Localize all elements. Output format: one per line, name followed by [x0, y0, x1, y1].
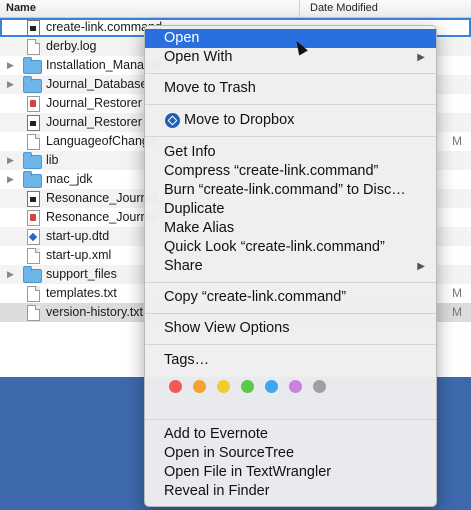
document-icon: [27, 305, 40, 321]
menu-item-label: Show View Options: [164, 320, 290, 336]
menu-item-label: Compress “create-link.command”: [164, 163, 379, 179]
file-name: LanguageofChange: [46, 134, 156, 148]
file-name: derby.log: [46, 39, 97, 53]
menu-item-reveal-in-finder[interactable]: Reveal in Finder: [145, 482, 436, 501]
terminal-script-icon: [27, 191, 40, 207]
document-icon: [27, 39, 40, 55]
menu-item-label: Copy “create-link.command”: [164, 289, 347, 305]
file-name: Journal_Restorer: [46, 115, 142, 129]
menu-item-label: Quick Look “create-link.command”: [164, 239, 385, 255]
menu-item-duplicate[interactable]: Duplicate: [145, 200, 436, 219]
date-modified-cell: M: [452, 286, 462, 300]
document-icon: [27, 286, 40, 302]
menu-item-label: Move to Dropbox: [184, 112, 295, 128]
folder-icon: [23, 152, 42, 169]
menu-item-label: Add to Evernote: [164, 426, 268, 442]
menu-separator: [145, 73, 436, 74]
menu-item-label: Move to Trash: [164, 80, 256, 96]
file-name: lib: [46, 153, 59, 167]
menu-item-share[interactable]: Share ▶: [145, 257, 436, 276]
menu-separator: [145, 104, 436, 105]
menu-item-open[interactable]: Open: [145, 29, 436, 48]
menu-item-open-in-sourcetree[interactable]: Open in SourceTree: [145, 444, 436, 463]
menu-item-burn[interactable]: Burn “create-link.command” to Disc…: [145, 181, 436, 200]
tag-yellow-dot[interactable]: [217, 380, 230, 393]
disclosure-triangle-icon[interactable]: ▶: [7, 75, 15, 94]
java-jar-icon: [27, 96, 40, 112]
file-name: Journal_Database: [46, 77, 148, 91]
menu-item-label: Duplicate: [164, 201, 225, 217]
folder-icon: [23, 57, 42, 74]
folder-icon: [23, 76, 42, 93]
dtd-file-icon: [27, 229, 40, 245]
menu-item-label: Burn “create-link.command” to Disc…: [164, 182, 406, 198]
menu-item-tags[interactable]: Tags…: [145, 351, 436, 370]
column-divider[interactable]: [299, 0, 300, 17]
file-name: version-history.txt: [46, 305, 144, 319]
context-menu: Open Open With ▶ Move to Trash Move to Dr…: [144, 25, 437, 507]
menu-item-label: Open: [164, 30, 200, 46]
disclosure-triangle-icon[interactable]: ▶: [7, 151, 15, 170]
date-modified-cell: M: [452, 305, 462, 319]
menu-item-label: Tags…: [164, 352, 210, 368]
tag-green-dot[interactable]: [241, 380, 254, 393]
terminal-script-icon: [27, 115, 40, 131]
menu-item-compress[interactable]: Compress “create-link.command”: [145, 162, 436, 181]
column-header: Name Date Modified: [0, 0, 471, 18]
folder-icon: [23, 171, 42, 188]
file-name: start-up.dtd: [46, 229, 110, 243]
date-modified-column-header[interactable]: Date Modified: [310, 2, 378, 14]
menu-separator: [145, 313, 436, 314]
file-name: Resonance_Journal: [46, 210, 158, 224]
disclosure-triangle-icon[interactable]: ▶: [7, 56, 15, 75]
tag-purple-dot[interactable]: [289, 380, 302, 393]
menu-item-add-to-evernote[interactable]: Add to Evernote: [145, 425, 436, 444]
menu-item-quick-look[interactable]: Quick Look “create-link.command”: [145, 238, 436, 257]
name-column-header[interactable]: Name: [6, 2, 36, 14]
menu-item-label: Open in SourceTree: [164, 445, 295, 461]
menu-item-copy[interactable]: Copy “create-link.command”: [145, 288, 436, 307]
tag-gray-dot[interactable]: [313, 380, 326, 393]
menu-item-label: Reveal in Finder: [164, 483, 270, 499]
file-name: Journal_Restorer: [46, 96, 142, 110]
menu-item-label: Open File in TextWrangler: [164, 464, 332, 480]
document-icon: [27, 248, 40, 264]
terminal-script-icon: [27, 20, 40, 36]
menu-item-show-view-options[interactable]: Show View Options: [145, 319, 436, 338]
submenu-arrow-icon: ▶: [417, 261, 425, 272]
disclosure-triangle-icon[interactable]: ▶: [7, 265, 15, 284]
java-jar-icon: [27, 210, 40, 226]
disclosure-triangle-icon[interactable]: ▶: [7, 170, 15, 189]
file-name: support_files: [46, 267, 117, 281]
dropbox-icon: [165, 113, 180, 128]
tag-blue-dot[interactable]: [265, 380, 278, 393]
menu-separator: [145, 419, 436, 420]
menu-item-move-to-dropbox[interactable]: Move to Dropbox: [145, 111, 436, 130]
file-name: start-up.xml: [46, 248, 112, 262]
menu-separator: [145, 136, 436, 137]
file-name: mac_jdk: [46, 172, 93, 186]
menu-item-get-info[interactable]: Get Info: [145, 143, 436, 162]
menu-item-open-with[interactable]: Open With ▶: [145, 48, 436, 67]
file-name: templates.txt: [46, 286, 117, 300]
document-icon: [27, 134, 40, 150]
menu-separator: [145, 344, 436, 345]
tag-color-picker: [145, 377, 436, 395]
date-modified-cell: M: [452, 134, 462, 148]
submenu-arrow-icon: ▶: [417, 52, 425, 63]
tag-red-dot[interactable]: [169, 380, 182, 393]
tag-orange-dot[interactable]: [193, 380, 206, 393]
menu-item-make-alias[interactable]: Make Alias: [145, 219, 436, 238]
menu-item-label: Share: [164, 258, 203, 274]
menu-item-move-to-trash[interactable]: Move to Trash: [145, 79, 436, 98]
menu-item-label: Get Info: [164, 144, 216, 160]
menu-item-label: Open With: [164, 49, 233, 65]
folder-icon: [23, 266, 42, 283]
menu-item-open-in-textwrangler[interactable]: Open File in TextWrangler: [145, 463, 436, 482]
menu-item-label: Make Alias: [164, 220, 235, 236]
menu-separator: [145, 282, 436, 283]
file-name: Resonance_Journal: [46, 191, 158, 205]
